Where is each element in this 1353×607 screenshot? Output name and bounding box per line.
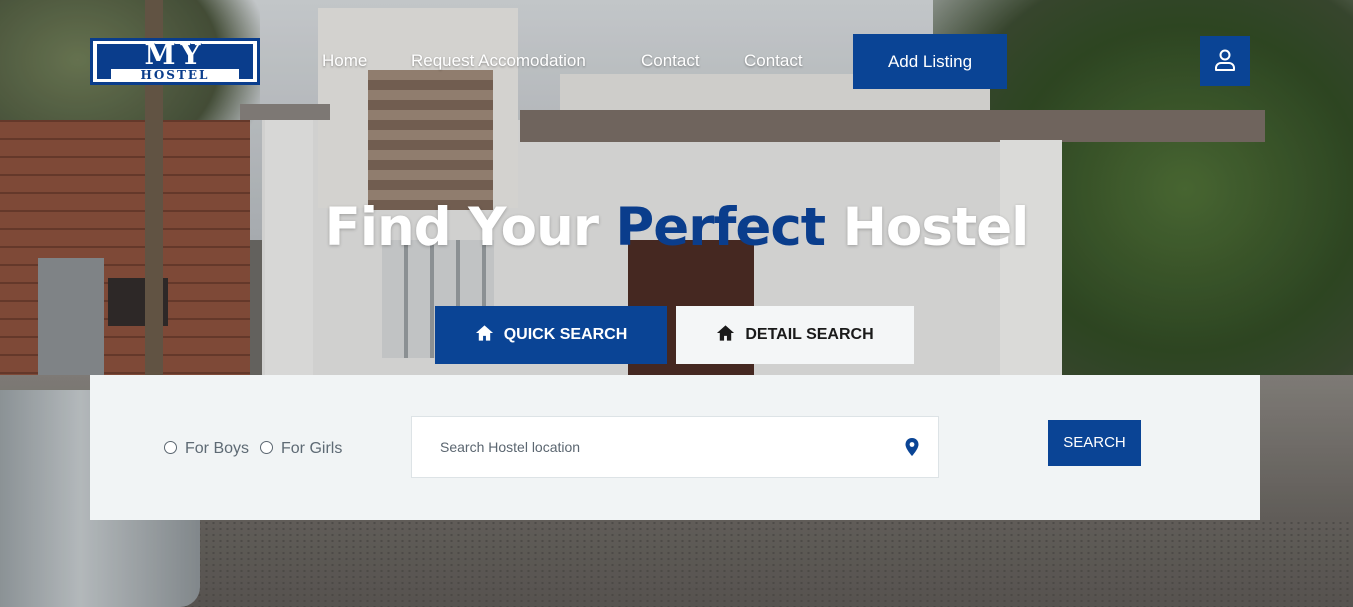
logo-text-hostel: HOSTEL bbox=[111, 69, 239, 82]
hero-title-part2: Hostel bbox=[842, 197, 1030, 258]
add-listing-button[interactable]: Add Listing bbox=[853, 34, 1007, 89]
nav-request-accomodation[interactable]: Request Accomodation bbox=[411, 51, 586, 71]
home-icon bbox=[475, 325, 493, 341]
map-pin-icon bbox=[905, 438, 919, 456]
hero-title-part1: Find Your bbox=[324, 197, 599, 258]
radio-for-girls-label[interactable]: For Girls bbox=[281, 439, 342, 459]
radio-for-girls[interactable] bbox=[260, 441, 273, 454]
user-account-button[interactable] bbox=[1200, 36, 1250, 86]
logo-text-my: MY bbox=[144, 38, 206, 71]
location-search-input[interactable] bbox=[440, 417, 880, 477]
location-search-box[interactable] bbox=[411, 416, 939, 478]
hero-title-accent: Perfect bbox=[615, 197, 826, 258]
tab-quick-search[interactable]: QUICK SEARCH bbox=[435, 306, 667, 364]
radio-for-boys-label[interactable]: For Boys bbox=[185, 439, 249, 459]
hero-title: Find Your Perfect Hostel bbox=[0, 196, 1353, 260]
home-icon bbox=[717, 325, 735, 341]
tab-detail-search-label: DETAIL SEARCH bbox=[745, 326, 874, 343]
search-button[interactable]: SEARCH bbox=[1048, 420, 1141, 466]
nav-home[interactable]: Home bbox=[322, 51, 367, 71]
tab-detail-search[interactable]: DETAIL SEARCH bbox=[676, 306, 914, 364]
tab-quick-search-label: QUICK SEARCH bbox=[503, 326, 628, 343]
user-icon bbox=[1215, 49, 1235, 71]
logo-badge: MY HOSTEL bbox=[97, 38, 253, 82]
nav-contact[interactable]: Contact bbox=[641, 51, 700, 71]
radio-for-boys[interactable] bbox=[164, 441, 177, 454]
nav-contact-2[interactable]: Contact bbox=[744, 51, 803, 71]
site-logo[interactable]: MY HOSTEL bbox=[90, 38, 260, 85]
